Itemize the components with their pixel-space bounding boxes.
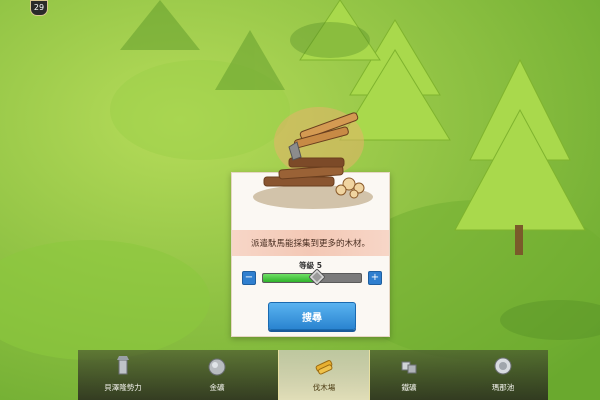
nav-label: 伐木場 <box>312 383 336 392</box>
tower-icon <box>117 356 129 375</box>
gold-ore-icon <box>208 358 226 376</box>
level-badge: 29 <box>30 0 48 16</box>
lumber-icon <box>315 360 333 375</box>
decrement-button[interactable]: − <box>242 271 256 285</box>
iron-ore-icon <box>401 361 417 374</box>
level-slider-track[interactable] <box>262 269 362 285</box>
increment-button[interactable]: + <box>368 271 382 285</box>
gather-description: 派遣馱馬能採集到更多的木材。 <box>232 230 389 256</box>
nav-label: 金礦 <box>209 383 225 392</box>
bottom-nav-bar: 貝澤隆勢力 金礦 伐木場 鐵礦 瑪那池 <box>78 350 548 400</box>
nav-item-gold-mine[interactable]: 金礦 <box>172 350 262 400</box>
wood-pile-icon <box>253 107 373 209</box>
nav-label: 貝澤隆勢力 <box>104 383 142 392</box>
nav-item-lumber-mill[interactable]: 伐木場 <box>278 350 370 400</box>
nav-item-bezeron-faction[interactable]: 貝澤隆勢力 <box>78 350 168 400</box>
nav-label: 瑪那池 <box>491 383 515 392</box>
slider-handle-icon[interactable] <box>309 269 325 285</box>
nav-label: 鐵礦 <box>401 383 417 392</box>
nav-item-iron-mine[interactable]: 鐵礦 <box>364 350 454 400</box>
nav-item-mana-pool[interactable]: 瑪那池 <box>458 350 548 400</box>
search-button[interactable]: 搜尋 <box>268 302 356 330</box>
level-slider-row: − + <box>242 269 382 285</box>
mana-pool-icon <box>494 357 512 375</box>
